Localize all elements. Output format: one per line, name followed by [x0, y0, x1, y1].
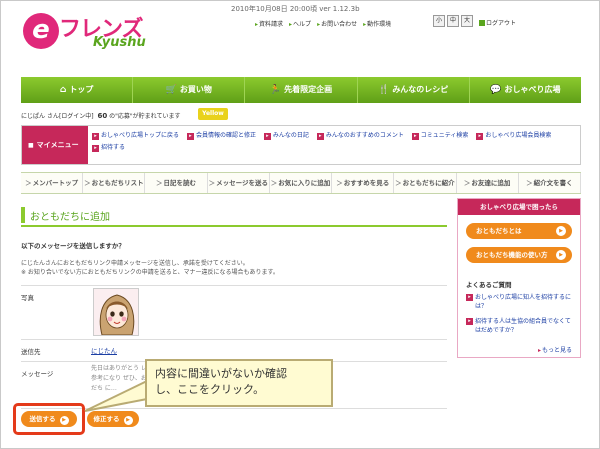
sidebar-heading: おしゃべり広場で困ったら: [458, 199, 580, 215]
rank-badge: Yellow: [198, 108, 228, 120]
my-menu-link-member-search[interactable]: おしゃべり広場会員検索: [476, 132, 551, 139]
callout-line-2: し、ここをクリック。: [155, 383, 265, 396]
send-button-highlight: [13, 403, 85, 435]
site-logo[interactable]: e フレンズ Kyushu: [23, 11, 153, 55]
callout-line-1: 内容に間違いがないか確認: [155, 367, 287, 380]
help-sidebar: おしゃべり広場で困ったら おともだちとは おともだち機能の使い方 よくあるご質問…: [457, 198, 581, 358]
submenu-add-favorite[interactable]: お気に入りに追加: [270, 173, 333, 193]
logout-label: ログアウト: [486, 20, 517, 27]
description-line-1: にじたんさんにおともだちリンク申請メッセージを送信し、承諾を受けてください。: [21, 260, 249, 267]
faq-title: よくあるご質問: [466, 281, 512, 289]
user-points-note: の"応募"が貯まれています: [109, 113, 181, 120]
what-is-friend-button[interactable]: おともだちとは: [466, 223, 572, 239]
friend-feature-guide-button[interactable]: おともだち機能の使い方: [466, 247, 572, 263]
nav-item-label: お買い物: [179, 85, 212, 94]
avatar-drawing: [99, 294, 135, 335]
instruction-callout: 内容に間違いがないか確認 し、ここをクリック。: [145, 359, 333, 407]
submenu-write-intro[interactable]: 紹介文を書く: [519, 173, 581, 193]
date-version: 2010年10月08日 20:00頃 ver 1.12.3b: [231, 5, 360, 13]
faq-link-member-required[interactable]: 招待する人は生協の組合員でなくてはだめですか？: [466, 317, 574, 335]
page-title-block: おともだちに追加: [21, 205, 447, 227]
cart-icon: 🛒: [165, 85, 177, 95]
nav-item-label: みんなのレシピ: [392, 85, 449, 94]
nav-item-chat[interactable]: 💬 おしゃべり広場: [470, 77, 581, 103]
top-links: 資料請求 ヘルプ お問い合わせ 動作環境: [255, 19, 391, 28]
avatar: [93, 288, 139, 336]
recipient-link[interactable]: にじたん: [91, 345, 117, 355]
top-link-brochure[interactable]: 資料請求: [255, 19, 283, 28]
submenu-member-top[interactable]: メンバートップ: [21, 173, 84, 193]
submenu-friend-list[interactable]: おともだちリスト: [83, 173, 146, 193]
logo-kyushu-text: Kyushu: [93, 35, 146, 50]
my-menu-link-community-search[interactable]: コミュニティ検索: [412, 132, 469, 139]
nav-item-limited[interactable]: 🏃 先着限定企画: [245, 77, 358, 103]
my-menu: マイメニュー おしゃべり広場トップに戻る 会員情報の確認と修正 みんなの日記 み…: [21, 125, 581, 165]
title-accent-bar: [21, 207, 25, 223]
screenshot-frame: e フレンズ Kyushu 2010年10月08日 20:00頃 ver 1.1…: [0, 0, 600, 449]
user-login-state: さん[ログイン中]: [46, 113, 94, 120]
user-points: 60: [97, 112, 108, 120]
photo-label: 写真: [21, 294, 34, 302]
nav-item-label: おしゃべり広場: [504, 85, 561, 94]
submenu-read-diary[interactable]: 日記を読む: [145, 173, 208, 193]
font-size-switcher: 小 中 大: [433, 15, 473, 27]
font-size-large-button[interactable]: 大: [461, 15, 473, 27]
page-title: おともだちに追加: [30, 212, 110, 223]
my-menu-label: マイメニュー: [22, 126, 88, 164]
callout-tail: [84, 379, 149, 412]
my-menu-link-recommend-comments[interactable]: みんなのおすすめのコメント: [317, 132, 404, 139]
top-link-help[interactable]: ヘルプ: [289, 19, 311, 28]
user-status: にじぱん さん[ログイン中] 60 の"応募"が貯まれています: [21, 111, 180, 120]
nav-item-top[interactable]: ⌂ トップ: [21, 77, 134, 103]
submenu-see-recommend[interactable]: おすすめを見る: [332, 173, 395, 193]
house-icon: ⌂: [59, 85, 67, 95]
logo-e-mark: e: [23, 13, 59, 49]
faq-link-invite[interactable]: おしゃべり広場に知人を招待するには？: [466, 293, 574, 311]
recipient-label: 送信先: [21, 348, 41, 356]
photo-row: 写真: [21, 285, 447, 345]
nav-item-label: トップ: [69, 85, 94, 94]
cutlery-icon: 🍴: [378, 85, 390, 95]
submenu-send-message[interactable]: メッセージを送る: [208, 173, 270, 193]
user-name: にじぱん: [21, 113, 46, 120]
main-nav: ⌂ トップ 🛒 お買い物 🏃 先着限定企画 🍴 みんなのレシピ 💬 おしゃべり広場: [21, 77, 581, 103]
submenu-introduce-friend[interactable]: おともだちに紹介: [394, 173, 457, 193]
font-size-medium-button[interactable]: 中: [447, 15, 459, 27]
my-menu-link-diaries[interactable]: みんなの日記: [264, 132, 309, 139]
description-line-2: ※ お知り合いでない方におともだちリンクの申請を送ると、マナー違反になる場合もあ…: [21, 269, 279, 276]
my-menu-link-chat-top[interactable]: おしゃべり広場トップに戻る: [92, 132, 179, 139]
top-link-environment[interactable]: 動作環境: [363, 19, 391, 28]
message-label: メッセージ: [21, 370, 54, 378]
logout-icon: [479, 20, 485, 26]
logout-link[interactable]: ログアウト: [479, 18, 516, 27]
confirm-question: 以下のメッセージを送信しますか？: [21, 242, 125, 250]
my-menu-link-member-info[interactable]: 会員情報の確認と修正: [187, 132, 256, 139]
recipient-row: 送信先: [21, 339, 447, 361]
my-menu-link-invite[interactable]: 招待する: [92, 144, 125, 151]
submenu-add-friend[interactable]: お友達に追加: [457, 173, 519, 193]
font-size-small-button[interactable]: 小: [433, 15, 445, 27]
chat-bubble-icon: 💬: [490, 85, 502, 95]
faq-more-link[interactable]: もっと見る: [538, 345, 572, 354]
nav-item-recipes[interactable]: 🍴 みんなのレシピ: [358, 77, 470, 103]
member-submenu: メンバートップ おともだちリスト 日記を読む メッセージを送る お気に入りに追加…: [21, 172, 581, 194]
nav-item-shopping[interactable]: 🛒 お買い物: [133, 77, 246, 103]
my-menu-links: おしゃべり広場トップに戻る 会員情報の確認と修正 みんなの日記 みんなのおすすめ…: [92, 130, 580, 154]
nav-item-label: 先着限定企画: [284, 85, 333, 94]
top-link-contact[interactable]: お問い合わせ: [317, 19, 357, 28]
runner-icon: 🏃: [269, 85, 282, 95]
